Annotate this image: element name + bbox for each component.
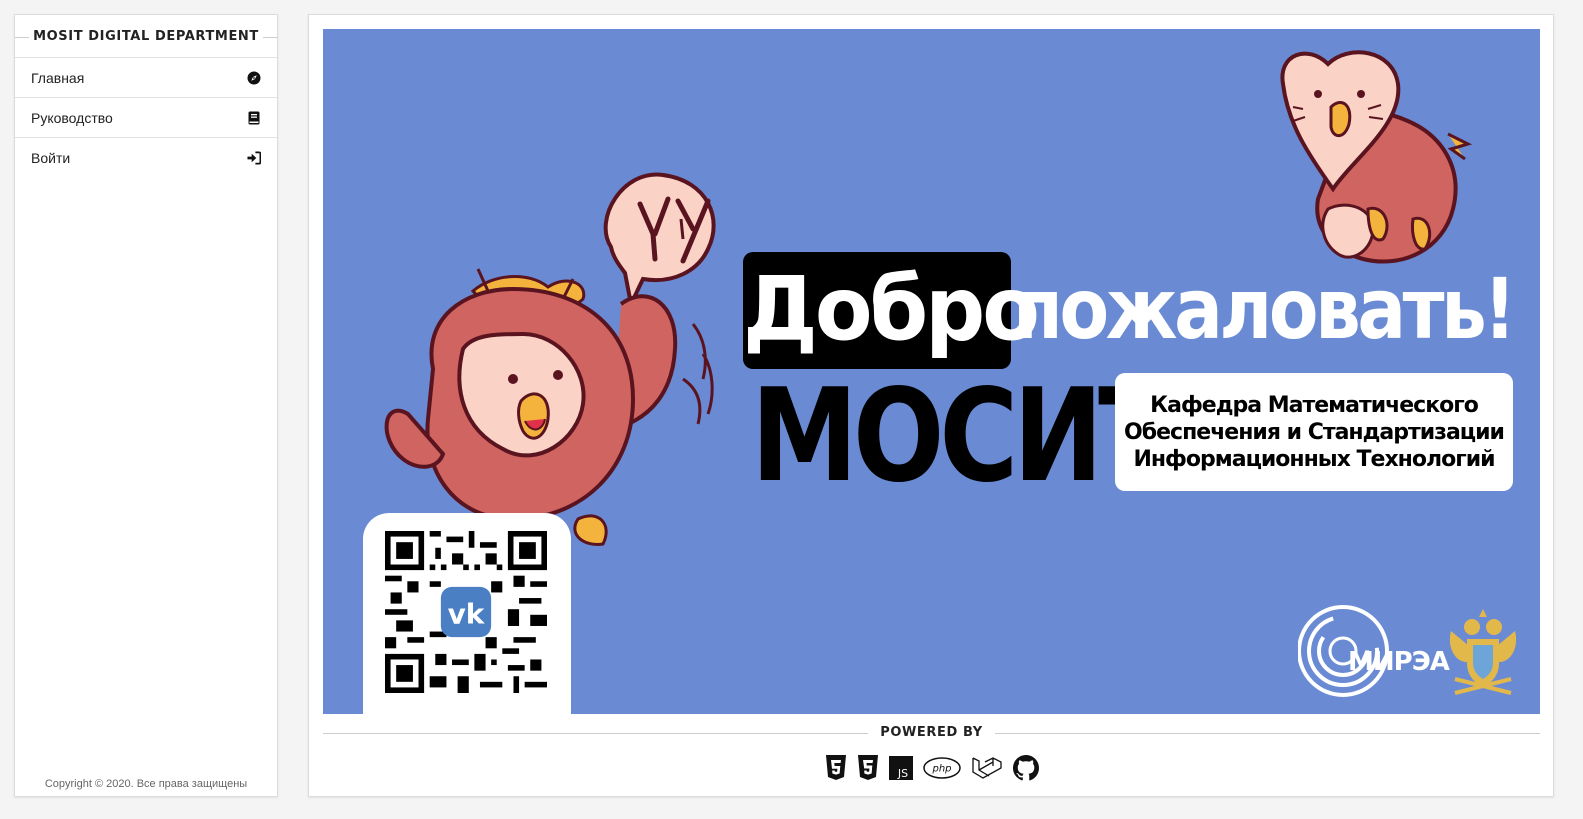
svg-text:vk: vk — [448, 598, 486, 631]
sidebar-title: MOSIT DIGITAL DEPARTMENT — [15, 15, 277, 57]
footer: POWERED BY JS php — [323, 723, 1540, 781]
mirea-logo-text: МИРЭА — [1348, 647, 1450, 677]
sidebar-item-login[interactable]: Войти — [15, 137, 277, 177]
sidebar-item-label: Войти — [31, 149, 71, 166]
heart-bird-illustration — [1280, 50, 1473, 264]
svg-text:JS: JS — [896, 767, 907, 780]
css3-icon — [857, 755, 879, 781]
sign-in-icon — [247, 151, 261, 165]
owl-mascot-illustration — [384, 172, 716, 546]
welcome-banner: КУ Добро пожаловать! МОСИТ Кафедра Матем… — [323, 29, 1540, 714]
sidebar-item-home[interactable]: Главная — [15, 57, 277, 97]
sidebar-item-guide[interactable]: Руководство — [15, 97, 277, 137]
tech-stack-icons: JS php — [323, 755, 1540, 781]
book-icon — [247, 111, 261, 125]
compass-icon — [247, 71, 261, 85]
sidebar-item-label: Главная — [31, 69, 85, 86]
vk-qr-code[interactable]: vk — [385, 531, 547, 693]
sidebar-item-label: Руководство — [31, 109, 113, 126]
laravel-icon — [971, 756, 1003, 780]
mosit-title: МОСИТ — [751, 362, 1171, 511]
qr-code-card: vk — [363, 513, 571, 714]
sidebar: MOSIT DIGITAL DEPARTMENT Главная Руковод… — [14, 14, 278, 797]
department-name-line: Информационных Технологий — [1133, 446, 1495, 472]
department-name-line: Кафедра Математического — [1150, 392, 1479, 418]
department-name-line: Обеспечения и Стандартизации — [1124, 419, 1505, 445]
svg-text:php: php — [931, 764, 951, 775]
js-icon: JS — [888, 756, 913, 780]
department-name-box: Кафедра Математического Обеспечения и Ст… — [1115, 373, 1513, 491]
welcome-word-dobro: Добро — [743, 257, 1040, 361]
main-panel: КУ Добро пожаловать! МОСИТ Кафедра Матем… — [308, 14, 1554, 797]
github-icon — [1012, 755, 1039, 781]
coat-of-arms-emblem — [1449, 609, 1517, 695]
welcome-word-pozhalovat: пожаловать! — [1013, 260, 1516, 358]
php-icon: php — [922, 757, 961, 779]
copyright: Copyright © 2020. Все права защищены — [44, 778, 248, 790]
powered-by-label: POWERED BY — [323, 723, 1540, 743]
html5-icon — [825, 755, 847, 781]
